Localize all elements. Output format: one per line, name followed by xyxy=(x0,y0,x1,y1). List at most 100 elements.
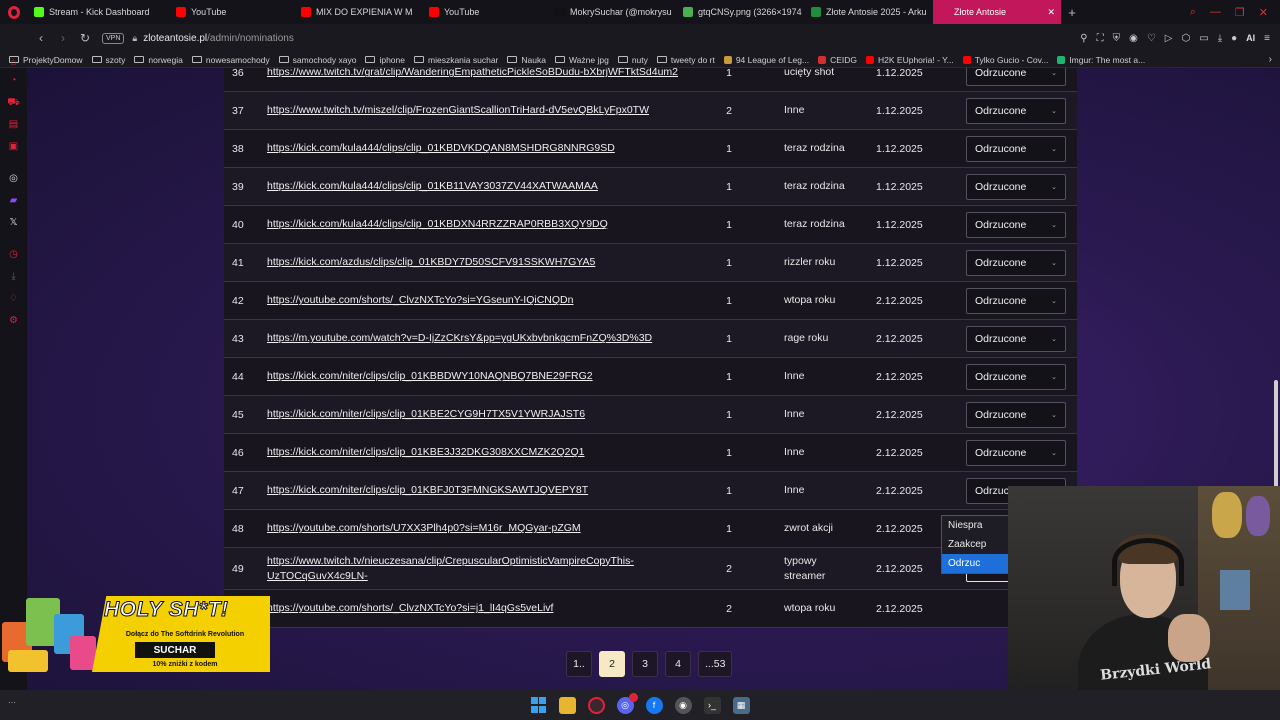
calculator-taskbar-icon[interactable]: ▦ xyxy=(732,696,750,714)
status-select[interactable]: Odrzucone ⌄ xyxy=(966,326,1066,352)
profile-icon[interactable]: ● xyxy=(1231,33,1237,44)
x-twitter-icon[interactable]: 𝕏 xyxy=(7,216,20,229)
reload-icon[interactable]: ↻ xyxy=(76,31,94,45)
bookmark-link[interactable]: 94 League of Leg... xyxy=(723,55,809,65)
page-button[interactable]: 4 xyxy=(665,651,691,677)
page-button[interactable]: ...53 xyxy=(698,651,733,677)
browser-tab[interactable]: Złote Antosie ✕ xyxy=(933,0,1061,24)
bookmarks-icon[interactable]: ♢ xyxy=(7,292,20,305)
clip-link[interactable]: https://m.youtube.com/watch?v=D-IjZzCKrs… xyxy=(267,320,687,358)
bookmark-link[interactable]: CEIDG xyxy=(818,55,857,65)
clip-link[interactable]: https://www.twitch.tv/nieuczesana/clip/C… xyxy=(267,548,687,590)
new-tab-button[interactable]: + xyxy=(1061,5,1083,20)
browser-tab[interactable]: Stream - Kick Dashboard xyxy=(28,0,170,24)
page-button[interactable]: 2 xyxy=(599,651,625,677)
opera-menu-icon[interactable] xyxy=(0,0,28,24)
discord-taskbar-icon[interactable]: ◎ xyxy=(616,692,638,714)
browser-tab[interactable]: gtqCNSy.png (3266×1974 xyxy=(677,0,805,24)
aria-icon[interactable]: ◔ xyxy=(7,74,20,87)
status-select[interactable]: Odrzucone ⌄ xyxy=(966,364,1066,390)
clip-link[interactable]: https://kick.com/niter/clips/clip_01KBE3… xyxy=(267,434,687,472)
bookmark-folder[interactable]: Ważne jpg xyxy=(554,55,609,65)
browser-tab[interactable]: YouTube xyxy=(170,0,295,24)
heart-icon[interactable]: ♡ xyxy=(1147,33,1156,44)
status-select[interactable]: Odrzucone ⌄ xyxy=(966,250,1066,276)
maximize-icon[interactable]: ❐ xyxy=(1235,6,1245,19)
extensions-icon[interactable]: ⬡ xyxy=(1182,33,1191,44)
clip-link[interactable]: https://kick.com/niter/clips/clip_01KBBD… xyxy=(267,358,687,396)
browser-tab[interactable]: YouTube xyxy=(423,0,549,24)
bookmark-folder[interactable]: samochody xayo xyxy=(278,55,356,65)
close-window-icon[interactable]: ✕ xyxy=(1259,6,1268,19)
opera-taskbar-icon[interactable] xyxy=(587,696,605,714)
clip-link[interactable]: https://kick.com/niter/clips/clip_01KBFJ… xyxy=(267,472,687,510)
page-button[interactable]: 1.. xyxy=(566,651,592,677)
clip-link[interactable]: https://youtube.com/shorts/_ClvzNXTcYo?s… xyxy=(267,282,687,320)
settings-icon[interactable]: ⚙ xyxy=(7,314,20,327)
clip-link[interactable]: https://www.twitch.tv/grat/clip/Wanderin… xyxy=(267,68,687,92)
bookmark-folder[interactable]: mieszkania suchar xyxy=(414,55,498,65)
minimize-icon[interactable]: — xyxy=(1210,6,1221,19)
bookmarks-overflow-icon[interactable]: › xyxy=(1269,54,1280,65)
wallet-icon[interactable]: ▭ xyxy=(1199,33,1208,44)
browser-tab[interactable]: MokrySuchar (@mokrysu xyxy=(549,0,677,24)
clip-link[interactable]: https://kick.com/kula444/clips/clip_01KB… xyxy=(267,168,687,206)
status-select[interactable]: Odrzucone ⌄ xyxy=(966,136,1066,162)
home-icon[interactable]: ⌂ xyxy=(7,56,20,69)
close-tab-icon[interactable]: ✕ xyxy=(1047,7,1055,18)
clip-link[interactable]: https://kick.com/niter/clips/clip_01KBE2… xyxy=(267,396,687,434)
twitch-icon[interactable]: ▰ xyxy=(7,194,20,207)
pin-icon[interactable]: ⚲ xyxy=(1080,33,1087,44)
shield-icon[interactable]: ⛨ xyxy=(1113,33,1121,44)
clip-link[interactable]: https://kick.com/kula444/clips/clip_01KB… xyxy=(267,130,687,168)
bookmark-folder[interactable]: nowesamochody xyxy=(191,55,270,65)
discord-icon[interactable]: ◎ xyxy=(7,172,20,185)
file-explorer-icon[interactable] xyxy=(558,696,576,714)
download-icon[interactable]: ⤓ xyxy=(1218,33,1222,44)
bookmark-folder[interactable]: Nauka xyxy=(507,55,546,65)
clip-link[interactable]: https://www.twitch.tv/miszel/clip/Frozen… xyxy=(267,92,687,130)
forward-icon[interactable]: › xyxy=(54,31,72,45)
bookmark-folder[interactable]: norwegia xyxy=(134,55,183,65)
menu-icon[interactable]: ≡ xyxy=(1264,33,1270,44)
screenshot-icon[interactable]: ⛶ xyxy=(1097,33,1104,44)
vpn-badge[interactable]: VPN xyxy=(102,32,125,44)
page-scrollbar[interactable] xyxy=(1274,380,1278,500)
status-select[interactable]: Odrzucone ⌄ xyxy=(966,212,1066,238)
facebook-taskbar-icon[interactable]: f xyxy=(645,696,663,714)
player-icon[interactable]: ▷ xyxy=(1165,33,1173,44)
back-icon[interactable]: ‹ xyxy=(32,31,50,45)
obs-taskbar-icon[interactable]: ◉ xyxy=(674,696,692,714)
clip-link[interactable]: https://kick.com/kula444/clips/clip_01KB… xyxy=(267,206,687,244)
bookmark-link[interactable]: H2K EUphoria! - Y... xyxy=(866,55,954,65)
taskbar-overflow-icon[interactable]: ⋯ xyxy=(8,698,16,707)
music-icon[interactable]: ▣ xyxy=(7,140,20,153)
status-select[interactable]: Odrzucone ⌄ xyxy=(966,288,1066,314)
shopping-icon[interactable]: ⛟ xyxy=(7,96,20,109)
history-icon[interactable]: ◷ xyxy=(7,248,20,261)
messenger-icon[interactable]: ▤ xyxy=(7,118,20,131)
status-select[interactable]: Odrzucone ⌄ xyxy=(966,98,1066,124)
status-select[interactable]: Odrzucone ⌄ xyxy=(966,68,1066,86)
clip-link[interactable]: https://kick.com/azdus/clips/clip_01KBDY… xyxy=(267,244,687,282)
status-select[interactable]: Odrzucone ⌄ xyxy=(966,440,1066,466)
bookmark-folder[interactable]: ProjektyDomow xyxy=(9,55,83,65)
downloads-icon[interactable]: ⤓ xyxy=(7,270,20,283)
status-select[interactable]: Odrzucone ⌄ xyxy=(966,402,1066,428)
start-icon[interactable] xyxy=(530,697,547,713)
browser-tab[interactable]: Złote Antosie 2025 - Arku xyxy=(805,0,933,24)
bookmark-folder[interactable]: tweety do rt xyxy=(656,55,715,65)
bookmark-link[interactable]: Imgur: The most a... xyxy=(1057,55,1145,65)
clip-link[interactable]: https://youtube.com/shorts/U7XX3Plh4p0?s… xyxy=(267,510,687,548)
camera-icon[interactable]: ◉ xyxy=(1129,33,1138,44)
ai-button[interactable]: AI xyxy=(1246,33,1255,43)
bookmark-folder[interactable]: iphone xyxy=(365,55,405,65)
url-field[interactable]: zloteantosie.pl/admin/nominations xyxy=(143,33,294,44)
terminal-taskbar-icon[interactable]: ›_ xyxy=(703,696,721,714)
lock-icon[interactable]: 🔒︎ xyxy=(132,33,137,44)
browser-tab[interactable]: MIX DO EXPIENIA W M xyxy=(295,0,423,24)
bookmark-folder[interactable]: nuty xyxy=(617,55,648,65)
status-select[interactable]: Odrzucone ⌄ xyxy=(966,174,1066,200)
search-tabs-icon[interactable]: ⌕ xyxy=(1190,6,1196,19)
bookmark-folder[interactable]: szoty xyxy=(91,55,125,65)
